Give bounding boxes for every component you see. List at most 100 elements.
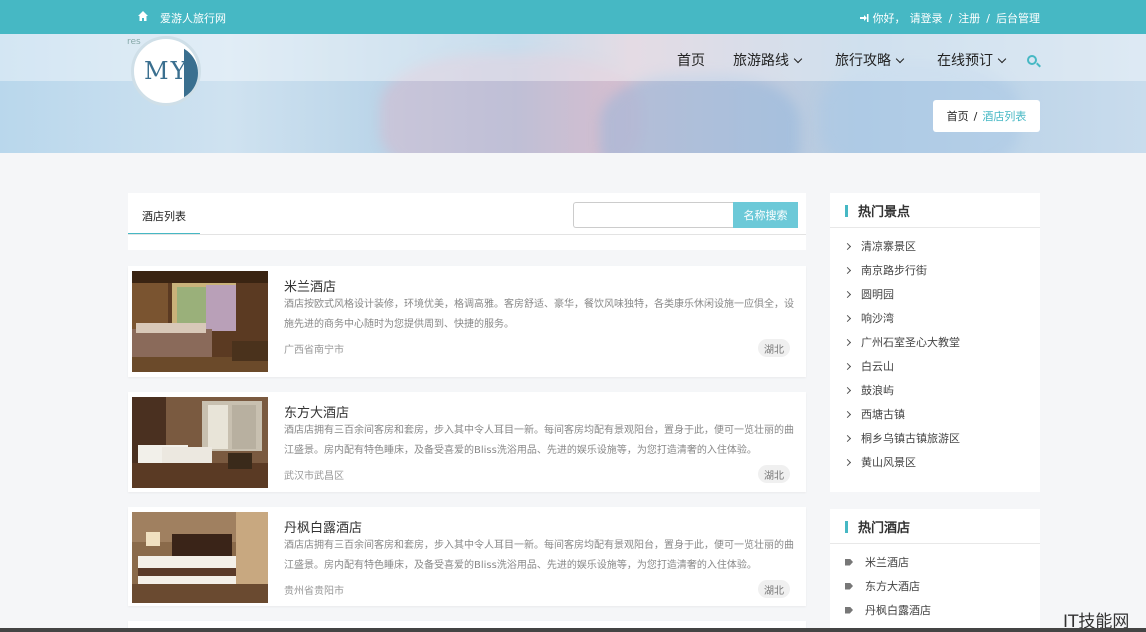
list-item[interactable]: 白云山	[830, 354, 1040, 378]
logo-alt-text: res	[127, 37, 141, 47]
spot-label: 清凉寨景区	[861, 240, 916, 253]
list-header: 酒店列表 名称搜索	[128, 193, 806, 250]
list-item[interactable]: 米兰酒店	[830, 550, 1040, 574]
tab-hotel-list[interactable]: 酒店列表	[128, 193, 200, 235]
list-item[interactable]: 清凉寨景区	[830, 234, 1040, 258]
hotel-name[interactable]: 米兰酒店	[284, 276, 336, 295]
chevron-right-icon	[843, 434, 852, 442]
province-tag[interactable]: 湖北	[758, 580, 790, 598]
hotel-description: 酒店按欧式风格设计装修，环境优美，格调高雅。客房舒适、豪华，餐饮风味独特，各类康…	[284, 299, 794, 330]
list-item[interactable]: 鼓浪屿	[830, 378, 1040, 402]
heading-accent	[845, 205, 848, 217]
spot-label: 响沙湾	[861, 312, 894, 325]
bottom-edge	[0, 628, 1146, 632]
user-links: 你好， 请登录 / 注册 / 后台管理	[859, 10, 1040, 26]
breadcrumb-home[interactable]: 首页	[947, 108, 969, 124]
hotel-description: 酒店店拥有三百余间客房和套房，步入其中令人耳目一新。每间客房均配有景观阳台，置身…	[284, 540, 794, 571]
panel-heading: 热门酒店	[830, 509, 1040, 544]
breadcrumb-separator: /	[973, 109, 978, 123]
hotel-card[interactable]: 米兰酒店 酒店按欧式风格设计装修，环境优美，格调高雅。客房舒适、豪华，餐饮风味独…	[128, 266, 806, 377]
chevron-down-icon	[793, 54, 803, 63]
site-logo[interactable]: MY	[131, 36, 201, 106]
hotel-location: 广西省南宁市	[284, 345, 344, 356]
spot-label: 鼓浪屿	[861, 384, 894, 397]
chevron-right-icon	[843, 362, 852, 370]
list-item[interactable]: 南京路步行街	[830, 258, 1040, 282]
home-icon[interactable]	[137, 10, 149, 22]
tag-icon	[845, 558, 853, 566]
login-link[interactable]: 请登录	[910, 10, 943, 26]
register-link[interactable]: 注册	[958, 10, 980, 26]
admin-link[interactable]: 后台管理	[996, 10, 1040, 26]
list-item[interactable]: 西塘古镇	[830, 402, 1040, 426]
hot-hotels-panel: 热门酒店 米兰酒店 东方大酒店 丹枫白露酒店	[830, 509, 1040, 632]
chevron-right-icon	[843, 410, 852, 418]
list-item[interactable]: 东方大酒店	[830, 574, 1040, 598]
hotel-location: 贵州省贵阳市	[284, 586, 344, 597]
chevron-right-icon	[843, 338, 852, 346]
logo-text: MY	[144, 57, 189, 85]
site-name[interactable]: 爱游人旅行网	[160, 10, 226, 26]
province-tag[interactable]: 湖北	[758, 339, 790, 357]
separator: /	[986, 11, 990, 25]
hotel-photo[interactable]	[132, 512, 268, 603]
tab-divider	[128, 234, 806, 235]
spot-label: 西塘古镇	[861, 408, 905, 421]
search-input[interactable]	[573, 202, 734, 228]
province-tag[interactable]: 湖北	[758, 465, 790, 483]
hotel-name[interactable]: 东方大酒店	[284, 402, 349, 421]
hot-spots-title: 热门景点	[858, 204, 911, 220]
hotel-name[interactable]: 丹枫白露酒店	[284, 517, 362, 536]
spot-label: 圆明园	[861, 288, 894, 301]
hotel-photo[interactable]	[132, 397, 268, 488]
spot-label: 广州石室圣心大教堂	[861, 336, 960, 349]
tag-icon	[845, 606, 853, 614]
hot-hotels-list: 米兰酒店 东方大酒店 丹枫白露酒店	[830, 544, 1040, 622]
list-item[interactable]: 广州石室圣心大教堂	[830, 330, 1040, 354]
chevron-right-icon	[843, 242, 852, 250]
nav-routes[interactable]: 旅游路线	[733, 50, 803, 70]
list-item[interactable]: 丹枫白露酒店	[830, 598, 1040, 622]
hot-hotels-title: 热门酒店	[858, 520, 911, 536]
hot-spots-list: 清凉寨景区 南京路步行街 圆明园 响沙湾 广州石室圣心大教堂 白云山 鼓浪屿 西…	[830, 228, 1040, 474]
chevron-right-icon	[843, 290, 852, 298]
nav-guides[interactable]: 旅行攻略	[835, 50, 905, 70]
search-icon[interactable]	[1027, 55, 1037, 65]
hotel-link-label: 米兰酒店	[865, 556, 909, 569]
list-item[interactable]: 黄山风景区	[830, 450, 1040, 474]
greeting-text: 你好，	[872, 12, 906, 25]
top-bar: 爱游人旅行网 你好， 请登录 / 注册 / 后台管理	[0, 0, 1146, 34]
main-nav: 首页 旅游路线 旅行攻略 在线预订	[677, 50, 1037, 70]
nav-guides-label: 旅行攻略	[835, 53, 891, 69]
hotel-photo[interactable]	[132, 271, 268, 372]
chevron-down-icon	[895, 54, 905, 63]
nav-home[interactable]: 首页	[677, 50, 705, 70]
chevron-down-icon	[997, 54, 1007, 63]
breadcrumb: 首页 / 酒店列表	[933, 100, 1040, 132]
nav-booking-label: 在线预订	[937, 53, 993, 69]
hotel-card[interactable]: 丹枫白露酒店 酒店店拥有三百余间客房和套房，步入其中令人耳目一新。每间客房均配有…	[128, 507, 806, 606]
name-search-button[interactable]: 名称搜索	[733, 202, 798, 228]
heading-accent	[845, 521, 848, 533]
list-item[interactable]: 圆明园	[830, 282, 1040, 306]
list-item[interactable]: 响沙湾	[830, 306, 1040, 330]
nav-booking[interactable]: 在线预订	[937, 50, 1007, 70]
hotel-link-label: 丹枫白露酒店	[865, 604, 931, 617]
hot-spots-panel: 热门景点 清凉寨景区 南京路步行街 圆明园 响沙湾 广州石室圣心大教堂 白云山 …	[830, 193, 1040, 492]
chevron-right-icon	[843, 458, 852, 466]
breadcrumb-current: 酒店列表	[982, 110, 1027, 123]
list-item[interactable]: 桐乡乌镇古镇旅游区	[830, 426, 1040, 450]
panel-heading: 热门景点	[830, 193, 1040, 228]
nav-routes-label: 旅游路线	[733, 53, 789, 69]
hotel-location: 武汉市武昌区	[284, 471, 344, 482]
chevron-right-icon	[843, 314, 852, 322]
hotel-card[interactable]: 东方大酒店 酒店店拥有三百余间客房和套房，步入其中令人耳目一新。每间客房均配有景…	[128, 392, 806, 492]
spot-label: 桐乡乌镇古镇旅游区	[861, 432, 960, 445]
spot-label: 白云山	[861, 360, 894, 373]
separator: /	[948, 11, 953, 25]
spot-label: 南京路步行街	[861, 264, 927, 277]
spot-label: 黄山风景区	[861, 456, 916, 469]
chevron-right-icon	[843, 386, 852, 394]
banner-background	[600, 74, 800, 153]
tag-icon	[845, 582, 853, 590]
